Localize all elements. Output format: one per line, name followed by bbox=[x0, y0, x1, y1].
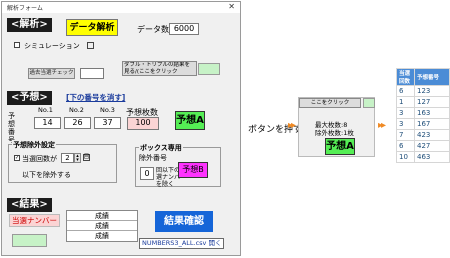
winning-number-label: 当選ナンバー bbox=[9, 214, 60, 227]
prediction-section-header: <予想> bbox=[7, 91, 52, 105]
result-grid: 成績 成績 成績 bbox=[66, 210, 138, 242]
arrow-icon: ▸▸ bbox=[288, 120, 296, 131]
analysis-form-window: 解析フォーム ✕ <解析> データ解析 データ数 6000 シミュレーション 過… bbox=[1, 1, 241, 256]
table-row: 6 123 bbox=[396, 85, 450, 97]
title-bar: 解析フォーム ✕ bbox=[2, 2, 240, 13]
past-check-button[interactable]: 過去当選チェック bbox=[28, 68, 75, 79]
predict-b-button[interactable]: 予想B bbox=[178, 162, 208, 178]
predict-a-button[interactable]: 予想A bbox=[175, 111, 205, 130]
snippet-indicator bbox=[363, 98, 375, 108]
spinner-arrows-icon[interactable]: ▴ ▾ bbox=[74, 153, 81, 163]
no1-label: No.1 bbox=[38, 106, 53, 114]
simulation-label: シミュレーション bbox=[24, 42, 80, 50]
data-count-label: データ数 bbox=[137, 25, 169, 34]
table-row: 7 423 bbox=[396, 129, 450, 141]
exclusion-checkbox[interactable]: ✓ bbox=[14, 155, 20, 161]
snippet-click-button[interactable]: ここをクリック bbox=[299, 98, 361, 108]
simulation-checkbox[interactable] bbox=[14, 42, 20, 48]
no3-label: No.3 bbox=[100, 106, 115, 114]
table-row: 3 163 bbox=[396, 107, 450, 119]
snippet-info-line2: 除外枚数:1枚 bbox=[315, 129, 354, 137]
analysis-section-header: <解析> bbox=[7, 18, 52, 32]
table-row: 3 167 bbox=[396, 118, 450, 130]
prediction-number-2[interactable]: 26 bbox=[64, 117, 91, 129]
exclusion-settings-header: 予想除外設定 bbox=[12, 140, 56, 150]
result-section-header: <結果> bbox=[7, 198, 52, 212]
box-only-header: ボックス専用 bbox=[139, 143, 183, 153]
prediction-result-table: 当選回数 予想番号 6 123 1 127 3 163 3 167 7 423 6 427 … bbox=[396, 68, 450, 163]
clear-numbers-link[interactable]: [下の番号を消す] bbox=[66, 92, 125, 103]
prediction-number-1[interactable]: 14 bbox=[34, 117, 61, 129]
result-row: 成績 bbox=[95, 232, 109, 240]
column-header-number: 予想番号 bbox=[414, 68, 450, 86]
result-confirm-button[interactable]: 結果確認 bbox=[155, 211, 213, 232]
double-triple-indicator bbox=[198, 63, 220, 75]
data-count-field[interactable]: 6000 bbox=[169, 23, 199, 35]
table-row: 10 463 bbox=[396, 151, 450, 163]
window-title: 解析フォーム bbox=[7, 5, 43, 12]
exclusion-count-spinner[interactable]: 2 bbox=[61, 153, 74, 163]
form-snippet: ここをクリック 最大枚数:8 除外枚数:1枚 予想A bbox=[298, 97, 375, 157]
result-row: 成績 bbox=[67, 211, 137, 221]
arrow-icon: ▸▸ bbox=[378, 120, 386, 131]
no2-label: No.2 bbox=[69, 106, 84, 114]
data-analysis-button[interactable]: データ解析 bbox=[66, 19, 118, 36]
result-row: 成績 bbox=[67, 221, 137, 231]
snippet-predict-a-button[interactable]: 予想A bbox=[325, 138, 355, 155]
exclusion-checkbox-label: 当選回数が bbox=[22, 155, 57, 163]
winning-number-field[interactable] bbox=[12, 234, 47, 247]
close-icon[interactable]: ✕ bbox=[228, 2, 235, 11]
simulation-toggle-icon[interactable] bbox=[87, 42, 94, 49]
prediction-number-3[interactable]: 37 bbox=[94, 117, 121, 129]
open-csv-button[interactable]: NUMBERS3_ALL.csv 開く bbox=[139, 238, 225, 249]
table-row: 6 427 bbox=[396, 140, 450, 152]
prediction-count-field[interactable]: 100 bbox=[127, 117, 159, 130]
column-header-count: 当選回数 bbox=[396, 68, 415, 86]
double-triple-results-button[interactable]: ダブル・トリプルの結果を見る/(ここをクリック bbox=[122, 61, 197, 76]
exclusion-suffix: 回 bbox=[83, 154, 90, 161]
past-check-field[interactable] bbox=[80, 68, 104, 79]
table-row: 1 127 bbox=[396, 96, 450, 108]
box-count-field[interactable]: 0 bbox=[140, 167, 154, 180]
exclusion-bottom-label: 以下を除外する bbox=[22, 171, 71, 179]
